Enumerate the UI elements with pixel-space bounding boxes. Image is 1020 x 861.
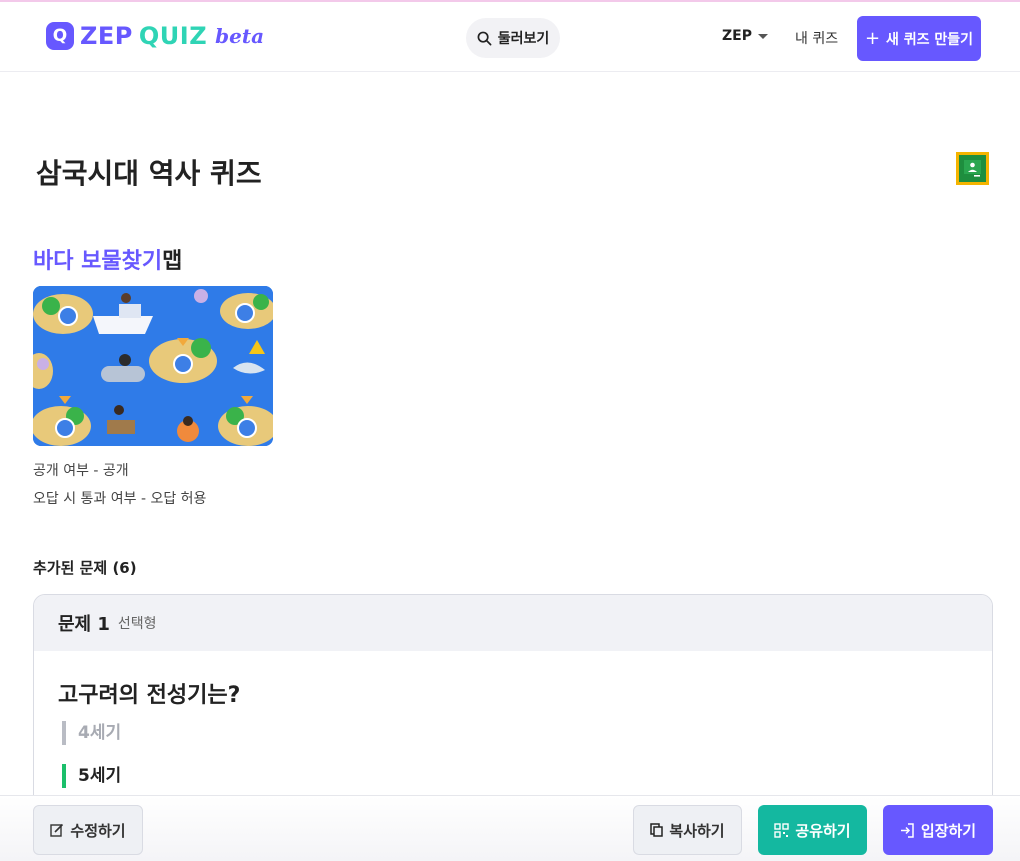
- copy-label: 복사하기: [669, 821, 725, 840]
- logo-zep-text: ZEP: [80, 22, 133, 50]
- plus-icon: +: [864, 28, 881, 49]
- edit-icon: [50, 823, 64, 837]
- share-label: 공유하기: [795, 821, 851, 840]
- map-suffix: 맵: [162, 249, 183, 274]
- logo-beta-text: beta: [215, 24, 265, 48]
- caret-down-icon: [757, 33, 768, 39]
- browse-label: 둘러보기: [497, 31, 550, 47]
- new-quiz-label: 새 퀴즈 만들기: [886, 31, 974, 48]
- map-thumbnail[interactable]: [33, 286, 273, 446]
- qr-code-icon: [774, 822, 790, 838]
- google-classroom-icon[interactable]: [956, 152, 989, 185]
- copy-icon: [650, 823, 664, 837]
- map-illustration: [33, 286, 273, 446]
- zep-quiz-logo[interactable]: Q ZEP QUIZ beta: [46, 20, 264, 52]
- top-navigation: Q ZEP QUIZ beta 둘러보기 ZEP 내 퀴즈 + 새 퀴즈 만들기: [0, 2, 1020, 72]
- zep-dropdown-label: ZEP: [722, 28, 752, 44]
- edit-label: 수정하기: [70, 821, 126, 840]
- added-questions-label: 추가된 문제 (6): [33, 559, 137, 577]
- search-icon: [477, 31, 492, 45]
- quiz-title: 삼국시대 역사 퀴즈: [36, 157, 262, 190]
- enter-button[interactable]: 입장하기: [883, 805, 993, 855]
- question-header: 문제 1 선택형: [34, 595, 992, 651]
- logo-quiz-text: QUIZ: [138, 22, 208, 50]
- new-quiz-button[interactable]: + 새 퀴즈 만들기: [857, 16, 981, 61]
- visibility-setting: 공개 여부 - 공개: [33, 463, 129, 479]
- question-type: 선택형: [117, 616, 157, 632]
- question-number: 문제 1: [58, 614, 110, 635]
- logo-q-icon: Q: [46, 22, 74, 50]
- browse-button[interactable]: 둘러보기: [466, 18, 560, 58]
- option-correct: 5세기: [62, 764, 121, 788]
- my-quiz-link[interactable]: 내 퀴즈: [795, 28, 838, 48]
- enter-icon: [900, 822, 914, 838]
- copy-button[interactable]: 복사하기: [633, 805, 742, 855]
- map-name: 바다 보물찾기: [33, 249, 163, 274]
- edit-button[interactable]: 수정하기: [33, 805, 143, 855]
- question-text: 고구려의 전성기는?: [58, 683, 241, 708]
- enter-label: 입장하기: [920, 821, 977, 840]
- share-button[interactable]: 공유하기: [758, 805, 867, 855]
- wrong-answer-setting: 오답 시 통과 여부 - 오답 허용: [33, 491, 207, 507]
- option-incorrect: 4세기: [62, 721, 121, 745]
- map-title: 바다 보물찾기맵: [33, 243, 182, 275]
- bottom-action-bar: 수정하기 복사하기 공유하기 입장하기: [0, 795, 1020, 861]
- zep-dropdown[interactable]: ZEP: [722, 28, 768, 44]
- classroom-glyph-icon: [962, 158, 983, 179]
